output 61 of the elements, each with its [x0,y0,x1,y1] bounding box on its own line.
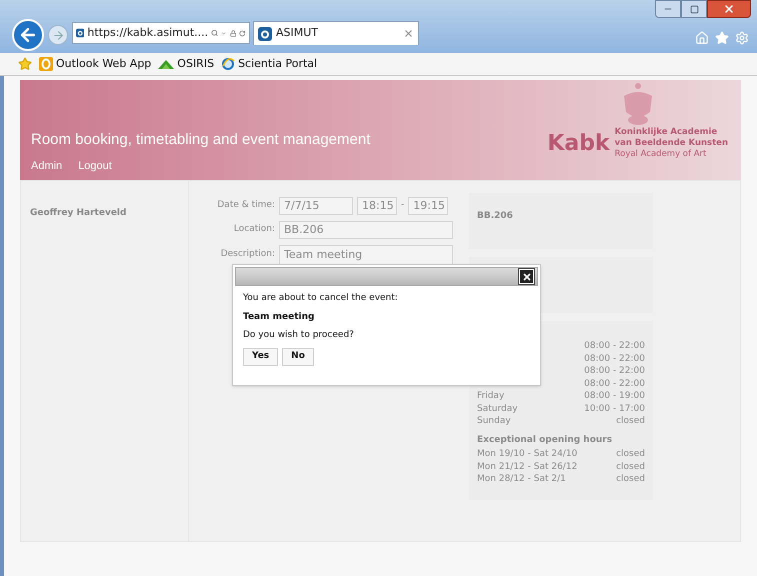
hill-icon [158,59,174,69]
room-name: BB.206 [477,211,513,221]
header-title: Room booking, timetabling and event management [31,130,370,150]
period-label: Mon 21/12 - Sat 26/12 [477,460,578,473]
url-text: https://kabk.asimut.... [87,24,208,41]
dialog-button[interactable]: No [282,348,314,366]
hours-value: 08:00 - 19:00 [584,390,645,402]
site-favicon [258,26,272,40]
dialog-button[interactable]: Yes [243,348,278,366]
star-icon[interactable] [715,31,729,45]
home-icon[interactable] [695,31,709,45]
address-bar[interactable]: https://kabk.asimut.... [72,22,250,44]
close-icon [723,3,735,15]
period-label: Mon 28/12 - Sat 2/1 [477,473,566,486]
event-name: Team meeting [243,310,316,324]
hours-value: closed [616,415,645,428]
time-separator: - [401,199,404,212]
favorite-link[interactable]: Scientia Portal [238,56,318,72]
forward-arrow-icon [52,28,64,42]
user-name: Geoffrey Harteveld [30,208,126,218]
day-label: Sunday [477,415,511,428]
browser-tab[interactable]: ASIMUT [253,21,419,45]
hours-value: closed [616,460,645,473]
favorite-link[interactable]: OSIRIS [177,56,214,72]
hours-value: closed [616,473,645,486]
refresh-icon[interactable] [239,28,246,38]
maximize-icon [690,4,698,14]
hours-value: 10:00 - 17:00 [584,402,645,415]
day-label: Saturday [477,402,518,415]
close-button[interactable] [707,0,751,18]
forward-button[interactable] [48,25,68,45]
field-label: Description: [220,248,275,261]
search-icon[interactable] [211,27,218,39]
favorite-link[interactable]: Outlook Web App [56,56,152,72]
day-label: Friday [477,390,504,402]
close-icon [522,272,532,282]
exceptional-title: Exceptional opening hours [477,434,614,446]
mail-app-icon [39,57,53,71]
dialog-message: You are about to cancel the event: [243,292,399,305]
settings-icon[interactable] [735,31,749,45]
close-tab-icon[interactable] [403,28,414,39]
hours-value: 08:00 - 22:00 [584,340,645,352]
favorites-star-icon[interactable] [18,57,32,71]
logo-mark: Kabk [547,130,610,158]
logo-text: Koninklijke Academie [614,127,718,138]
field-label: Date & time: [216,199,275,212]
hours-value: closed [616,448,645,460]
field-label: Location: [232,223,275,236]
tab-title: ASIMUT [276,25,318,42]
logo-text: van Beeldende Kunsten [614,138,728,149]
hours-value: 08:00 - 22:00 [584,378,645,390]
back-button[interactable] [12,19,44,51]
maximize-button[interactable] [681,0,707,18]
lock-icon [230,28,236,38]
period-label: Mon 19/10 - Sat 24/10 [477,448,578,460]
hours-value: 08:00 - 22:00 [584,365,645,378]
browser-icon [221,57,236,71]
dialog-question: Do you wish to proceed? [243,329,355,342]
site-favicon [76,26,84,40]
hours-value: 08:00 - 22:00 [584,352,645,365]
logo-text: Royal Academy of Art [614,149,708,160]
